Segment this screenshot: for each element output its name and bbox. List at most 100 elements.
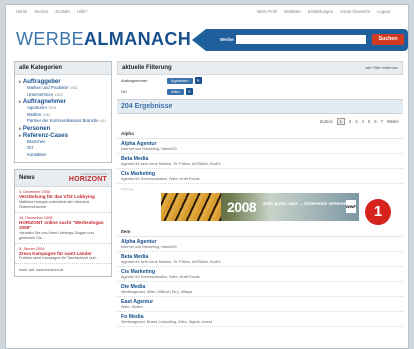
news-title: News [19, 175, 35, 181]
nav-merkliste-link[interactable]: Merkliste [284, 9, 301, 14]
news-more-link[interactable]: mehr auf: www.horizont.at [15, 264, 111, 276]
ad-text: Sehr gutes Jahr ... Österreich verloren! [263, 201, 349, 206]
entry-description: Internet und Marketing, Hans/NO [121, 147, 177, 151]
partner-logo[interactable]: in Zusammenarbeit mit HORIZONT [69, 173, 107, 183]
categories-box: alle Kategorien Auftraggeber Marken und … [14, 61, 112, 163]
category-sub-item[interactable]: Kontakten [19, 152, 107, 159]
news-teaser: Versalen Sie uns Ihren Lieblings-Slogan … [19, 230, 94, 240]
page-frame: Home Service Kontakt Hilfe? Mein Profil … [5, 4, 409, 349]
nav-hilfe-link[interactable]: Hilfe? [77, 9, 88, 14]
filter-label: Auftragnehmer [121, 78, 148, 83]
pager-page[interactable]: 7 [381, 119, 383, 124]
result-entry[interactable]: Cis Marketing Agentur für Kommunikation, … [117, 169, 403, 184]
result-entry[interactable]: Beta Media Agentur für sehr neue Medien, … [117, 154, 403, 169]
pager-page-current[interactable]: 1 [336, 118, 345, 125]
news-headline[interactable]: Verstärkung für das VÖZ Lobbying [19, 194, 107, 200]
results-count: 204 Ergebnisse [117, 99, 403, 114]
close-icon[interactable]: ✕ [194, 77, 202, 84]
topnav-right: Mein Profil Merkliste Einstellungen Kont… [257, 9, 396, 14]
filter-title: aktuelle Filterung [122, 65, 172, 71]
ad-label: Werbung [121, 187, 134, 191]
entry-description: Agentur für Kommunikation, Wien, Kraft F… [121, 177, 200, 181]
search-input[interactable] [236, 35, 366, 44]
callout-number-badge: 1 [365, 199, 391, 225]
result-entry[interactable]: Die Media Werbeagentur, Wien, Milford (Te… [117, 282, 403, 297]
result-entry[interactable]: East Agentur Wien, Wolfra [117, 297, 403, 312]
category-sub-count: 1963 [54, 92, 63, 97]
filter-row: Auftragnehmer Agenturen ✕ [117, 75, 403, 86]
news-item[interactable]: 4. Dezember 2008 Verstärkung für das VÖZ… [15, 187, 111, 213]
pager-page[interactable]: 5 [368, 119, 370, 124]
logo-part-werbe: WERBE [16, 29, 85, 49]
entry-description: Wien, Wolfra [121, 305, 143, 309]
topnav-left: Home Service Kontakt Hilfe? [16, 9, 94, 14]
entry-description: Internet und Marketing, Hans/NO [121, 245, 177, 249]
news-header: News in Zusammenarbeit mit HORIZONT [15, 170, 111, 187]
news-item[interactable]: 16. Dezember 2008 HORIZONT online sucht … [15, 213, 111, 244]
partner-name: HORIZONT [68, 176, 107, 183]
news-headline[interactable]: HORIZONT online sucht "Werbeslogan 2008" [19, 220, 107, 231]
entry-description: Agentur für sehr neue Medien, St. Pölten… [121, 260, 221, 264]
result-entry[interactable]: Alpha Agentur Internet und Marketing, Han… [117, 237, 403, 252]
filter-row: Ort Wien ✕ [117, 86, 403, 97]
category-sub-count: 1962 [69, 86, 78, 90]
search-bar: Werbe Suchen [192, 29, 408, 51]
category-sub-label: Branchen [27, 138, 46, 144]
ad-year: 2008 [227, 199, 257, 215]
entry-description: Agentur für Kommunikation, Wien, Kraft F… [121, 275, 200, 279]
category-sub-count: 7094 [48, 106, 57, 110]
result-entry[interactable]: Alpha Agentur Internet und Marketing, Han… [117, 139, 403, 154]
result-entry[interactable]: Beta Media Agentur für sehr neue Medien, … [117, 252, 403, 267]
nav-home-link[interactable]: Home [16, 9, 27, 14]
entry-description: Werbeagentur, Wien, Milford (Ten), Mitay… [121, 290, 193, 294]
search-button[interactable]: Suchen [372, 34, 404, 45]
pager-page[interactable]: 6 [374, 119, 376, 124]
news-teaser: Publicis setzt Kampagne für Tanzfachsch … [19, 256, 99, 261]
news-box: News in Zusammenarbeit mit HORIZONT 4. D… [14, 169, 112, 278]
pager-next[interactable]: Weiter [387, 119, 399, 124]
entry-description: Werbeagentur, Brand Consulting, Wien, Si… [121, 320, 212, 324]
tiger-image [161, 193, 221, 221]
wwf-logo-icon: WWF [346, 200, 356, 213]
remove-filters-link[interactable]: alle Filter entfernen [365, 66, 398, 71]
section-heading: Item [117, 225, 403, 237]
pager-page[interactable]: 4 [362, 119, 364, 124]
logo-part-almanach: ALMANACH [84, 29, 192, 49]
ad-banner[interactable]: 2008 Sehr gutes Jahr ... Österreich verl… [161, 193, 359, 221]
news-item[interactable]: 5. Jänner 2009 Zreza Kampagne für samt L… [15, 244, 111, 265]
nav-einstellungen-link[interactable]: Einstellungen [308, 9, 333, 14]
category-sub-label: Kontakten [27, 151, 47, 157]
categories-title: alle Kategorien [15, 62, 111, 75]
nav-konto-link[interactable]: Konto Übersicht [340, 9, 370, 14]
category-sub-label: Marken und Produkte [27, 85, 69, 90]
category-sub-item[interactable]: Unternehmen 1963 [19, 92, 107, 99]
pager-page[interactable]: 2 [349, 119, 351, 124]
category-list: Auftraggeber Marken und Produkte 1962 Un… [15, 75, 111, 162]
close-icon[interactable]: ✕ [185, 88, 193, 95]
search-label: Werbe [220, 37, 234, 42]
top-navigation: Home Service Kontakt Hilfe? Mein Profil … [6, 5, 408, 19]
category-sub-label: Ort [27, 145, 33, 150]
pager-prev[interactable]: Zurück [320, 119, 333, 124]
result-entry[interactable]: Cis Marketing Agentur für Kommunikation, … [117, 267, 403, 282]
main-column: aktuelle Filterung alle Filter entfernen… [117, 61, 403, 327]
category-sub-label: Unternehmen [27, 91, 54, 97]
pagination: Zurück 1 2 3 4 5 6 7 Weiter [117, 114, 403, 127]
entry-description: Agentur für sehr neue Medien, St. Pölten… [121, 162, 221, 166]
site-logo[interactable]: WERBEALMANACH [16, 29, 191, 50]
category-personen[interactable]: Personen [19, 126, 107, 132]
nav-profil-link[interactable]: Mein Profil [257, 9, 277, 14]
result-entry[interactable]: Fo Media Werbeagentur, Brand Consulting, … [117, 312, 403, 327]
category-sub-item[interactable]: Partner der Kommunikations Branche 441 [19, 118, 107, 125]
category-sub-label: Agenturen [27, 105, 47, 110]
filter-chip[interactable]: Wien [167, 88, 184, 95]
nav-service-link[interactable]: Service [34, 9, 48, 14]
news-teaser: Matthias Hranyai unterstützt den Verband… [19, 199, 89, 209]
pager-page[interactable]: 3 [355, 119, 357, 124]
nav-logout-link[interactable]: Logout [377, 9, 390, 14]
filter-header: aktuelle Filterung alle Filter entfernen [117, 61, 403, 75]
category-sub-label: Partner der Kommunikations Branche [27, 118, 99, 123]
category-sub-count: 441 [99, 119, 107, 123]
nav-kontakt-link[interactable]: Kontakt [55, 9, 69, 14]
filter-chip[interactable]: Agenturen [167, 77, 193, 84]
